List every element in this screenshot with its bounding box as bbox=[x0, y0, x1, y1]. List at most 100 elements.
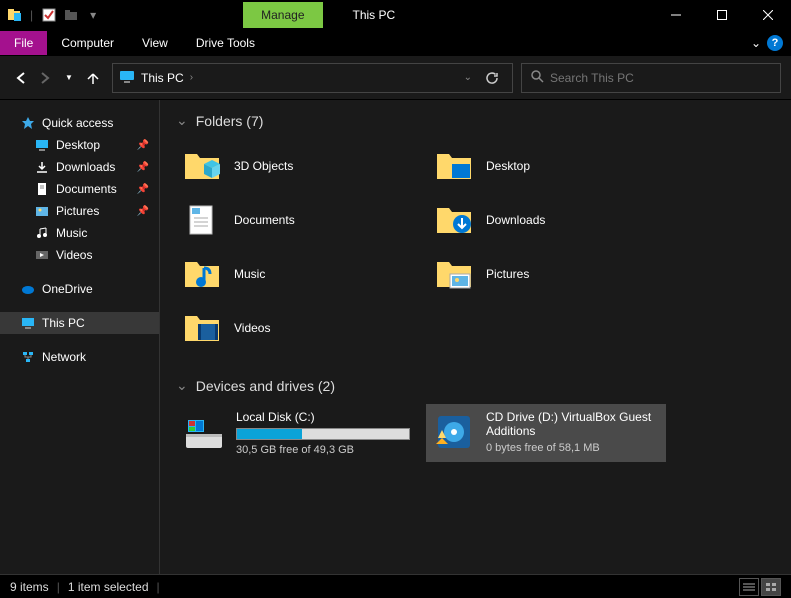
sidebar-item-pictures[interactable]: Pictures 📌 bbox=[0, 200, 159, 222]
sidebar-item-label: Pictures bbox=[56, 204, 99, 218]
ribbon-collapse-icon[interactable]: ⌄ bbox=[751, 36, 761, 50]
network-icon bbox=[20, 349, 36, 365]
sidebar-item-videos[interactable]: Videos bbox=[0, 244, 159, 266]
this-pc-icon bbox=[20, 315, 36, 331]
sidebar-item-label: Downloads bbox=[56, 160, 115, 174]
sidebar-item-this-pc[interactable]: This PC bbox=[0, 312, 159, 334]
status-bar: 9 items | 1 item selected | bbox=[0, 574, 791, 598]
folder-label: 3D Objects bbox=[234, 159, 293, 173]
sidebar-item-label: Videos bbox=[56, 248, 92, 262]
videos-icon bbox=[34, 247, 50, 263]
sidebar-item-downloads[interactable]: Downloads 📌 bbox=[0, 156, 159, 178]
tab-file[interactable]: File bbox=[0, 31, 47, 55]
folder-videos[interactable]: Videos bbox=[176, 301, 428, 355]
folder-icon bbox=[182, 308, 222, 348]
folder-icon bbox=[182, 200, 222, 240]
cd-drive-icon bbox=[432, 410, 476, 454]
hdd-icon bbox=[182, 410, 226, 454]
search-input[interactable] bbox=[550, 71, 772, 85]
folder-3d-objects[interactable]: 3D Objects bbox=[176, 139, 428, 193]
folder-icon bbox=[182, 254, 222, 294]
recent-dropdown-icon[interactable]: ▼ bbox=[58, 67, 80, 89]
capacity-bar bbox=[236, 428, 410, 440]
window-title: This PC bbox=[353, 8, 396, 22]
sidebar-item-label: Desktop bbox=[56, 138, 100, 152]
sidebar-item-desktop[interactable]: Desktop 📌 bbox=[0, 134, 159, 156]
drive-local-disk-c[interactable]: Local Disk (C:) 30,5 GB free of 49,3 GB bbox=[176, 404, 416, 462]
folder-label: Documents bbox=[234, 213, 295, 227]
sidebar-item-network[interactable]: Network bbox=[0, 346, 159, 368]
search-icon bbox=[530, 69, 544, 86]
tab-view[interactable]: View bbox=[128, 31, 182, 55]
address-dropdown-icon[interactable]: ⌄ bbox=[464, 72, 472, 83]
sidebar-item-label: Network bbox=[42, 350, 86, 364]
sidebar-item-music[interactable]: Music bbox=[0, 222, 159, 244]
drive-free-label: 30,5 GB free of 49,3 GB bbox=[236, 444, 410, 456]
folder-desktop[interactable]: Desktop bbox=[428, 139, 680, 193]
group-header-drives[interactable]: ⌄ Devices and drives (2) bbox=[176, 377, 775, 394]
quick-access-toolbar: | ▾ bbox=[0, 5, 103, 25]
folder-label: Music bbox=[234, 267, 265, 281]
folder-documents[interactable]: Documents bbox=[176, 193, 428, 247]
drive-free-label: 0 bytes free of 58,1 MB bbox=[486, 442, 660, 454]
folder-icon bbox=[182, 146, 222, 186]
this-pc-icon bbox=[119, 68, 135, 87]
contextual-tab-manage[interactable]: Manage bbox=[243, 2, 322, 28]
ribbon-tabs: File Computer View Drive Tools ⌄ ? bbox=[0, 30, 791, 56]
chevron-down-icon: ⌄ bbox=[176, 377, 188, 394]
chevron-down-icon: ⌄ bbox=[176, 112, 188, 129]
window-controls bbox=[653, 0, 791, 30]
sidebar-item-documents[interactable]: Documents 📌 bbox=[0, 178, 159, 200]
folder-pictures[interactable]: Pictures bbox=[428, 247, 680, 301]
sidebar-item-onedrive[interactable]: OneDrive bbox=[0, 278, 159, 300]
desktop-icon bbox=[34, 137, 50, 153]
titlebar: | ▾ Manage This PC bbox=[0, 0, 791, 30]
folder-music[interactable]: Music bbox=[176, 247, 428, 301]
chevron-right-icon[interactable]: › bbox=[190, 72, 193, 83]
sidebar-item-quick-access[interactable]: Quick access bbox=[0, 112, 159, 134]
tab-drive-tools[interactable]: Drive Tools bbox=[182, 31, 269, 55]
drive-label: Local Disk (C:) bbox=[236, 410, 410, 424]
folder-icon bbox=[434, 146, 474, 186]
group-header-folders[interactable]: ⌄ Folders (7) bbox=[176, 112, 775, 129]
pin-icon: 📌 bbox=[137, 206, 149, 217]
minimize-button[interactable] bbox=[653, 0, 699, 30]
sidebar-item-label: OneDrive bbox=[42, 282, 93, 296]
drive-cd-d[interactable]: CD Drive (D:) VirtualBox Guest Additions… bbox=[426, 404, 666, 462]
search-box[interactable] bbox=[521, 63, 781, 93]
onedrive-icon bbox=[20, 281, 36, 297]
downloads-icon bbox=[34, 159, 50, 175]
back-button[interactable] bbox=[10, 67, 32, 89]
folder-label: Desktop bbox=[486, 159, 530, 173]
drive-label: CD Drive (D:) VirtualBox Guest Additions bbox=[486, 410, 660, 438]
folder-icon bbox=[434, 254, 474, 294]
maximize-button[interactable] bbox=[699, 0, 745, 30]
group-header-label: Folders (7) bbox=[196, 113, 264, 129]
pin-icon: 📌 bbox=[137, 140, 149, 151]
details-view-button[interactable] bbox=[739, 578, 759, 596]
navigation-pane: Quick access Desktop 📌 Downloads 📌 Docum… bbox=[0, 100, 160, 574]
qat-dropdown-icon[interactable]: ▾ bbox=[83, 5, 103, 25]
folder-downloads[interactable]: Downloads bbox=[428, 193, 680, 247]
file-explorer-window: | ▾ Manage This PC File Computer View Dr… bbox=[0, 0, 791, 598]
address-bar[interactable]: This PC › ⌄ bbox=[112, 63, 513, 93]
tab-computer[interactable]: Computer bbox=[47, 31, 128, 55]
refresh-button[interactable] bbox=[478, 64, 506, 92]
sidebar-item-label: Quick access bbox=[42, 116, 113, 130]
status-selected-count: 1 item selected bbox=[68, 580, 149, 594]
documents-icon bbox=[34, 181, 50, 197]
close-button[interactable] bbox=[745, 0, 791, 30]
icons-view-button[interactable] bbox=[761, 578, 781, 596]
help-icon[interactable]: ? bbox=[767, 35, 783, 51]
music-icon bbox=[34, 225, 50, 241]
qat-separator: | bbox=[30, 8, 33, 22]
folder-icon bbox=[434, 200, 474, 240]
up-button[interactable] bbox=[82, 67, 104, 89]
status-separator: | bbox=[57, 580, 60, 594]
status-separator: | bbox=[157, 580, 160, 594]
new-folder-icon[interactable] bbox=[61, 5, 81, 25]
breadcrumb-this-pc[interactable]: This PC bbox=[141, 71, 184, 85]
forward-button[interactable] bbox=[34, 67, 56, 89]
sidebar-item-label: Music bbox=[56, 226, 87, 240]
properties-icon[interactable] bbox=[39, 5, 59, 25]
